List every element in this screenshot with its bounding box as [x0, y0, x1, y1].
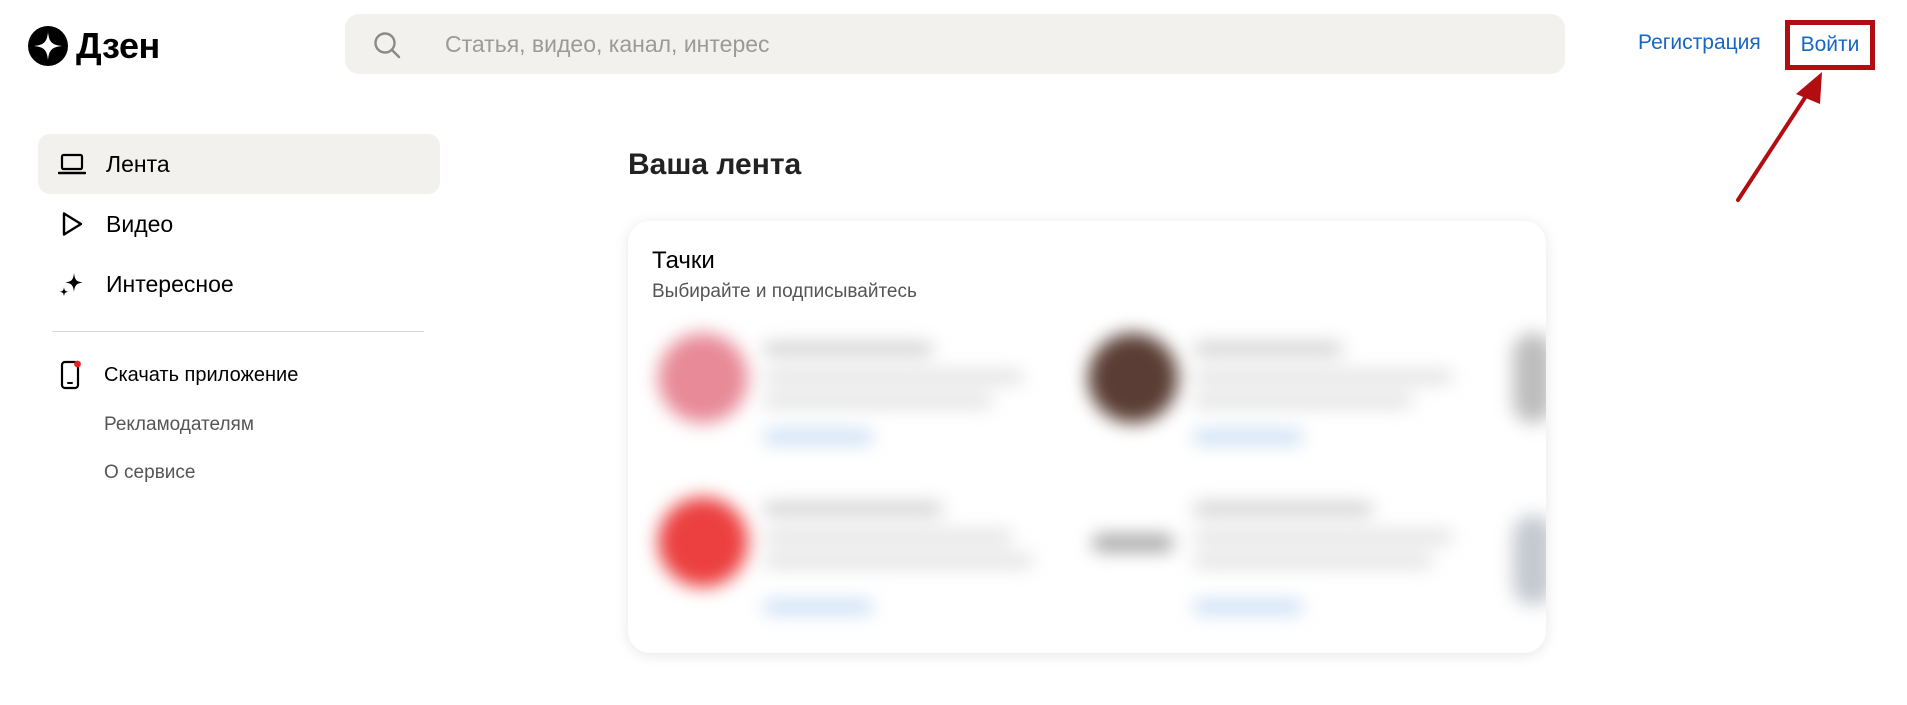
channel-name-placeholder [763, 343, 933, 355]
blurred-channel-list [658, 325, 1546, 633]
channel-desc-placeholder [763, 531, 1013, 543]
channel-desc-placeholder [763, 555, 1033, 567]
play-icon [62, 212, 83, 236]
sidebar-divider [52, 331, 424, 332]
page-title: Ваша лента [628, 148, 802, 181]
channel-logo-placeholder [1093, 535, 1173, 551]
advertisers-link[interactable]: Рекламодателям [104, 414, 254, 436]
search-bar[interactable] [345, 14, 1565, 74]
subscribe-link-placeholder [763, 431, 873, 443]
logo-text: Дзен [76, 25, 160, 66]
channel-avatar [658, 333, 748, 423]
register-link[interactable]: Регистрация [1638, 30, 1761, 56]
channel-desc-placeholder [763, 371, 1023, 383]
sparkle-icon [59, 273, 83, 297]
channel-avatar [1513, 333, 1546, 423]
subscribe-link-placeholder [763, 601, 873, 613]
search-icon [374, 32, 401, 59]
download-app-label: Скачать приложение [104, 363, 299, 386]
about-service-link[interactable]: О сервисе [104, 462, 195, 484]
channel-desc-placeholder [1193, 371, 1453, 383]
sidebar-item-video[interactable]: Видео [38, 194, 440, 254]
login-button[interactable]: Войти [1785, 20, 1875, 70]
channel-desc-placeholder [1193, 555, 1433, 567]
sidebar-item-label: Видео [106, 210, 174, 237]
zen-logo-icon [28, 26, 68, 66]
zen-logo[interactable]: Дзен [28, 26, 160, 66]
sidebar-item-feed[interactable]: Лента [38, 134, 440, 194]
channel-avatar [658, 497, 748, 587]
subscribe-link-placeholder [1193, 601, 1303, 613]
channel-avatar [1088, 333, 1178, 423]
laptop-icon [58, 153, 86, 175]
channel-avatar [1513, 515, 1546, 605]
channel-name-placeholder [1193, 503, 1373, 515]
channel-suggestions-card: Тачки Выбирайте и подписывайтесь [628, 221, 1546, 653]
search-input[interactable] [445, 14, 1525, 74]
channel-name-placeholder [763, 503, 943, 515]
channel-name-placeholder [1193, 343, 1343, 355]
card-subtitle: Выбирайте и подписывайтесь [652, 281, 917, 302]
annotation-arrow-icon [1736, 72, 1822, 202]
sidebar-item-label: Лента [106, 150, 170, 177]
card-title: Тачки [652, 247, 715, 274]
download-app-link[interactable]: Скачать приложение [58, 360, 298, 390]
subscribe-link-placeholder [1193, 431, 1303, 443]
channel-desc-placeholder [1193, 395, 1413, 407]
sidebar-item-interesting[interactable]: Интересное [38, 254, 440, 314]
channel-desc-placeholder [763, 395, 993, 407]
sidebar-item-label: Интересное [106, 270, 234, 297]
channel-desc-placeholder [1193, 531, 1453, 543]
phone-icon [60, 360, 81, 390]
